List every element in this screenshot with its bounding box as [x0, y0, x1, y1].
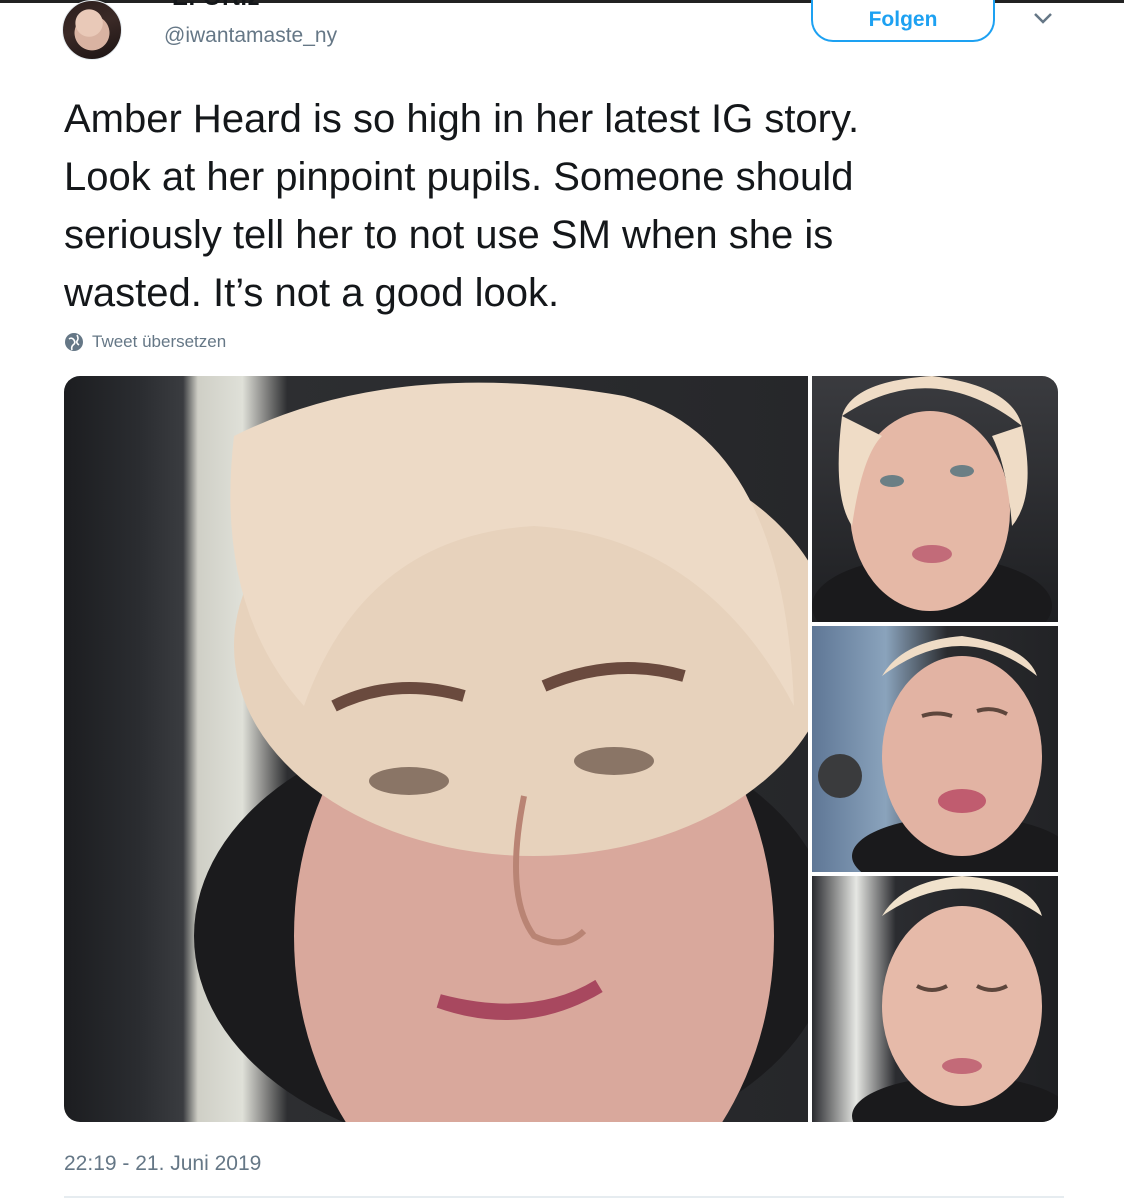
translate-label: Tweet übersetzen — [92, 332, 227, 351]
photo-thumbnail-1-illustration — [812, 376, 1052, 622]
photo-thumbnail-1[interactable] — [812, 376, 1058, 622]
translate-tweet-link[interactable]: Tweet übersetzen — [64, 332, 226, 352]
photo-thumbnail-2-illustration — [818, 636, 1058, 872]
chevron-down-icon[interactable] — [1030, 8, 1056, 28]
user-handle[interactable]: @iwantamaste_ny — [164, 24, 337, 48]
globe-icon — [65, 333, 83, 351]
avatar[interactable] — [62, 0, 122, 60]
display-name[interactable]: E. Ortiz — [172, 0, 260, 12]
bottom-divider — [64, 1196, 1064, 1198]
photo-main[interactable] — [64, 376, 808, 1122]
tweet-text: Amber Heard is so high in her latest IG … — [64, 97, 860, 315]
tweet-timestamp[interactable]: 22:19 - 21. Juni 2019 — [64, 1152, 261, 1176]
photo-thumbnail-2[interactable] — [812, 626, 1058, 872]
photo-thumbnail-3[interactable] — [812, 876, 1058, 1122]
photo-thumbnail-3-illustration — [852, 876, 1058, 1122]
follow-button[interactable]: Folgen — [811, 0, 995, 42]
photo-main-illustration — [194, 382, 808, 1122]
media-grid — [64, 376, 1058, 1122]
